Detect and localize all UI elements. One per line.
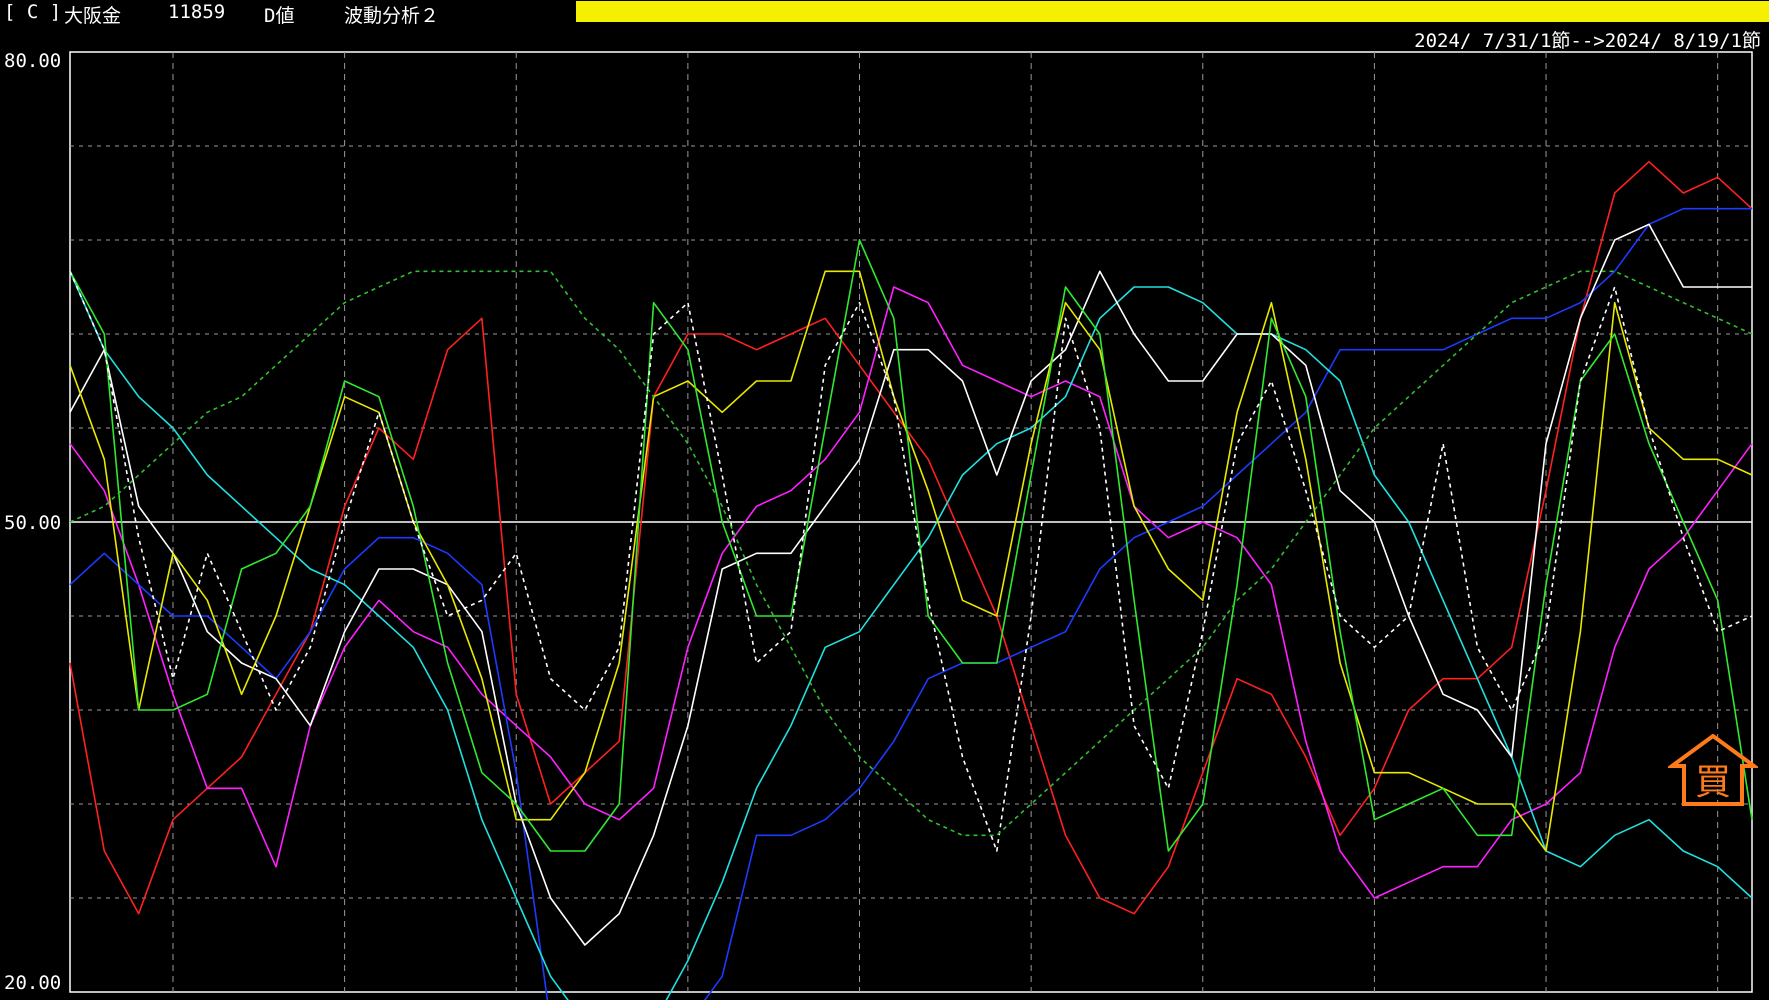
buy-signal-label: 買 — [1695, 762, 1731, 803]
series-line-4 — [69, 270, 1753, 1000]
buy-signal-arrow: 買 — [1665, 733, 1761, 806]
series-line-1 — [69, 160, 1753, 915]
y-axis-mid-label: 50.00 — [4, 512, 62, 534]
wave-analysis-chart — [69, 51, 1753, 1000]
y-axis-top-label: 80.00 — [4, 50, 62, 72]
series-line-2 — [69, 286, 1753, 899]
y-axis-bottom-label: 20.00 — [4, 972, 62, 994]
series-line-3 — [69, 207, 1752, 1000]
series-line-7 — [69, 239, 1753, 852]
series-line-9 — [69, 270, 1753, 837]
